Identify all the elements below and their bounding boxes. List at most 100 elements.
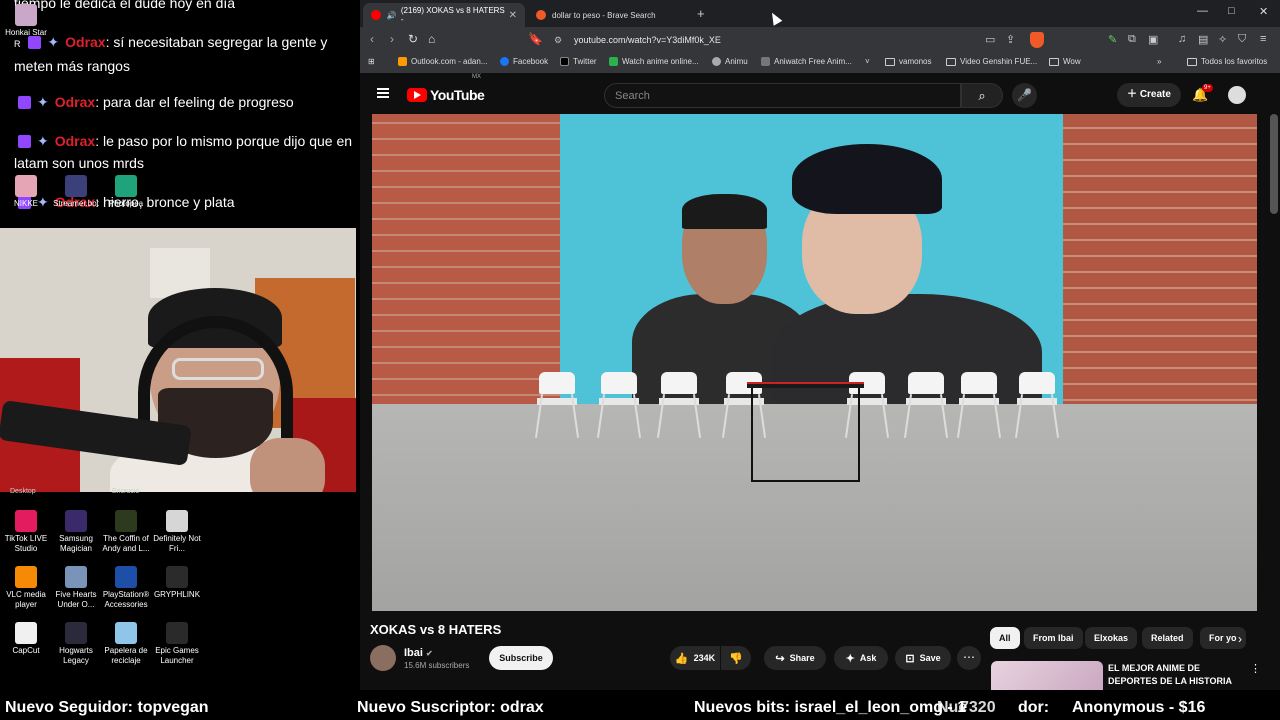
chair-back [1019, 372, 1055, 394]
channel-avatar[interactable] [370, 645, 396, 671]
folding-chair [534, 372, 580, 438]
desktop-icon[interactable]: Definitely Not Fri... [149, 510, 205, 554]
bookmark-label: vamonos [899, 57, 932, 66]
desktop-icon[interactable]: The Coffin of Andy and L... [98, 510, 154, 554]
save-button[interactable]: ⊡ Save [895, 646, 951, 670]
extension-icon[interactable]: ✎ [1108, 33, 1117, 46]
extensions-icon[interactable]: ⧉ [1128, 33, 1136, 46]
desktop-icon-honkai[interactable]: Honkai Star [0, 4, 54, 38]
samsung-magician-icon [65, 510, 87, 532]
chip-elxokas[interactable]: Elxokas [1085, 627, 1138, 649]
new-tab-icon[interactable]: + [697, 6, 705, 21]
hamburger-menu-icon[interactable] [377, 88, 389, 98]
vpn-icon[interactable]: ⛉ [1238, 33, 1246, 46]
brave-shields-icon[interactable] [1030, 32, 1044, 48]
bookmark-label: Outlook.com - adan... [411, 57, 488, 66]
chat-line: R ✦ Odrax: sí necesitaban segregar la gen… [14, 31, 354, 77]
voice-search-button[interactable]: 🎤 [1012, 83, 1037, 108]
anime-site-icon [609, 57, 618, 66]
bookmark-animu[interactable]: Animu [712, 57, 748, 66]
like-button[interactable]: 👍 234K [670, 646, 720, 670]
desktop-icon[interactable]: Epic Games Launcher [149, 622, 205, 666]
bookmark-facebook[interactable]: Facebook [500, 57, 548, 66]
bookmark-label: Facebook [513, 57, 549, 66]
menu-icon[interactable]: ≡ [1260, 33, 1266, 45]
share-page-icon[interactable]: ⇪ [1006, 33, 1015, 46]
bookmark-watch-anime[interactable]: Watch anime online... [609, 57, 699, 66]
channel-name[interactable]: Ibai ✔ [404, 647, 433, 659]
account-avatar[interactable] [1228, 86, 1246, 104]
chat-prefix: R [14, 39, 21, 49]
search-button[interactable]: ⌕ [961, 83, 1003, 108]
close-tab-icon[interactable]: ✕ [509, 10, 517, 21]
bookmark-aniwatch[interactable]: Aniwatch Free Anim... [761, 57, 852, 66]
search-input[interactable]: Search [604, 83, 961, 108]
create-button[interactable]: ＋ Create [1117, 83, 1181, 107]
youtube-logo[interactable]: YouTube [407, 87, 485, 103]
desktop-icon[interactable]: GRYPHLINK [149, 566, 205, 600]
bookmark-twitter[interactable]: Twitter [560, 57, 597, 66]
desktop-icon[interactable]: TikTok LIVE Studio [0, 510, 54, 554]
home-icon[interactable]: ⌂ [428, 32, 435, 46]
twitch-badge-icon [18, 96, 31, 109]
cast-icon[interactable]: ▭ [985, 33, 995, 46]
dislike-button[interactable]: 👎 [721, 646, 751, 670]
music-icon[interactable]: ♫ [1178, 33, 1186, 45]
twitch-badge-icon [18, 135, 31, 148]
chat-username: Odrax [54, 133, 96, 149]
video-player[interactable] [372, 114, 1257, 611]
recommended-thumbnail[interactable] [991, 661, 1103, 690]
desktop-icon[interactable]: Five Hearts Under O... [48, 566, 104, 610]
more-bookmarks-icon[interactable]: » [1157, 57, 1161, 66]
sidebar-icon[interactable]: ▣ [1148, 33, 1158, 46]
chip-related[interactable]: Related [1142, 627, 1193, 649]
leo-ai-icon[interactable]: ✧ [1218, 33, 1227, 46]
bookmark-folder-genshin[interactable]: Video Genshin FUE... [946, 57, 1037, 66]
back-icon[interactable]: ‹ [370, 32, 374, 46]
share-button[interactable]: ↪ Share [764, 646, 826, 670]
site-info-icon[interactable]: ⚙ [554, 30, 562, 50]
subscribe-button[interactable]: Subscribe [489, 646, 553, 670]
more-actions-icon[interactable]: ⋯ [957, 646, 981, 670]
desktop-icon-streamerbot[interactable]: Streamer.bot [48, 175, 104, 209]
chip-all[interactable]: All [990, 627, 1020, 649]
minimize-icon[interactable]: — [1197, 5, 1208, 17]
bookmark-outlook[interactable]: Outlook.com - adan... [398, 57, 487, 66]
tab-youtube[interactable]: 🔊 (2169) XOKAS vs 8 HATERS - ✕ [363, 3, 525, 27]
bookmark-all-favorites[interactable]: Todos los favoritos [1187, 57, 1267, 66]
apps-icon[interactable]: ⊞ [368, 57, 375, 66]
tab-brave-search[interactable]: dollar to peso - Brave Search [528, 3, 693, 27]
ask-button[interactable]: ✦ Ask [834, 646, 888, 670]
desktop-icon[interactable]: Papelera de reciclaje [98, 622, 154, 666]
desktop-icon-nikke[interactable]: NIKKE [0, 175, 54, 209]
desktop-icon[interactable]: Samsung Magician [48, 510, 104, 554]
bookmark-folder-wow[interactable]: Wow [1049, 57, 1081, 66]
wallet-icon[interactable]: ▤ [1198, 33, 1208, 46]
desktop-icon[interactable]: PlayStation® Accessories [98, 566, 154, 610]
folder-icon [1187, 57, 1197, 66]
url-field[interactable]: ⚙ youtube.com/watch?v=Y3diMf0k_XE [546, 30, 1046, 50]
folder-icon [946, 57, 956, 66]
region-code: MX [472, 74, 481, 80]
game-icon [115, 510, 137, 532]
facebook-icon [500, 57, 509, 66]
maximize-icon[interactable]: □ [1228, 5, 1235, 17]
channel-name-text: Ibai [404, 647, 423, 659]
chip-from-ibai[interactable]: From Ibai [1024, 627, 1083, 649]
create-label: Create [1139, 89, 1171, 100]
reload-icon[interactable]: ↻ [408, 32, 418, 46]
recommended-title[interactable]: EL MEJOR ANIME DE DEPORTES DE LA HISTORI… [1108, 662, 1248, 688]
desktop-icon[interactable]: VLC media player [0, 566, 54, 610]
verified-icon: ✔ [426, 649, 433, 658]
desktop-icon[interactable]: CapCut [0, 622, 54, 656]
chair-back [961, 372, 997, 394]
bookmark-folder-vamonos[interactable]: vamonos [885, 57, 931, 66]
desktop-icon-photopea[interactable]: Photopea [98, 175, 154, 209]
close-window-icon[interactable]: ✕ [1259, 5, 1268, 18]
bookmark-icon[interactable]: 🔖 [528, 32, 543, 46]
page-scrollbar[interactable] [1270, 114, 1278, 214]
forward-icon[interactable]: › [390, 32, 394, 46]
desktop-icon[interactable]: Hogwarts Legacy [48, 622, 104, 666]
chevron-right-icon[interactable]: › [1238, 632, 1242, 646]
more-vertical-icon[interactable]: ⋮ [1250, 662, 1261, 675]
